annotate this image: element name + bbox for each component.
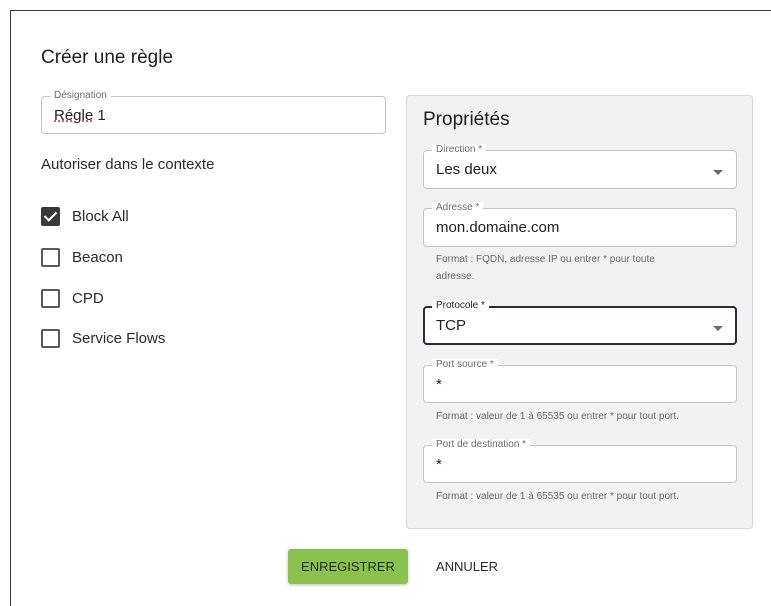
source-port-input[interactable]: Port source * * xyxy=(423,359,737,403)
checkbox-label: Beacon xyxy=(72,248,123,266)
dialog-border-top xyxy=(10,10,771,11)
checkbox-service-flows[interactable]: Service Flows xyxy=(41,327,165,349)
source-port-label: Port source * xyxy=(432,359,498,371)
protocol-value: TCP xyxy=(436,317,466,334)
protocol-select[interactable]: Protocole * TCP xyxy=(423,300,737,345)
direction-select[interactable]: Direction * Les deux xyxy=(423,144,737,189)
save-button[interactable]: ENREGISTRER xyxy=(288,549,408,584)
checkbox-block-all[interactable]: Block All xyxy=(41,205,129,227)
source-port-value: * xyxy=(436,376,442,393)
checkbox-label: Service Flows xyxy=(72,329,166,347)
destination-port-value: * xyxy=(436,456,442,473)
address-input[interactable]: Adresse * mon.domaine.com xyxy=(423,202,737,247)
checkbox-box[interactable] xyxy=(41,288,60,308)
destination-port-helper: Format : valeur de 1 à 65535 ou entrer *… xyxy=(436,491,679,502)
designation-label: Désignation xyxy=(50,90,111,102)
address-value: mon.domaine.com xyxy=(436,219,560,236)
checkbox-label: Block All xyxy=(72,207,129,225)
source-port-helper: Format : valeur de 1 à 65535 ou entrer *… xyxy=(436,411,679,422)
checkbox-beacon[interactable]: Beacon xyxy=(41,246,123,268)
context-title: Autoriser dans le contexte xyxy=(41,156,215,173)
checkbox-box[interactable] xyxy=(41,328,60,348)
checkbox-label: CPD xyxy=(72,289,104,307)
checkbox-box-checked[interactable] xyxy=(41,206,60,226)
designation-value-word: Régle xyxy=(54,107,94,124)
protocol-label: Protocole * xyxy=(432,300,489,312)
dialog-title: Créer une règle xyxy=(41,47,174,68)
destination-port-label: Port de destination * xyxy=(432,439,531,451)
dialog-border-left xyxy=(10,10,11,606)
properties-title: Propriétés xyxy=(423,109,510,130)
direction-label: Direction * xyxy=(432,144,487,156)
chevron-down-icon[interactable] xyxy=(713,326,723,331)
address-helper: Format : FQDN, adresse IP ou entrer * po… xyxy=(436,251,655,285)
designation-field[interactable]: Désignation Régle 1 xyxy=(41,90,386,134)
checkbox-cpd[interactable]: CPD xyxy=(41,287,104,309)
address-helper-line-2: adresse. xyxy=(436,271,475,282)
checkbox-box[interactable] xyxy=(41,247,60,267)
cancel-button[interactable]: ANNULER xyxy=(428,549,506,584)
designation-value-number: 1 xyxy=(93,107,106,124)
address-label: Adresse * xyxy=(432,202,484,214)
chevron-down-icon[interactable] xyxy=(713,170,723,175)
address-helper-line-1: Format : FQDN, adresse IP ou entrer * po… xyxy=(436,254,655,265)
designation-value: Régle 1 xyxy=(54,107,106,124)
destination-port-input[interactable]: Port de destination * * xyxy=(423,439,737,483)
direction-value: Les deux xyxy=(436,161,497,178)
